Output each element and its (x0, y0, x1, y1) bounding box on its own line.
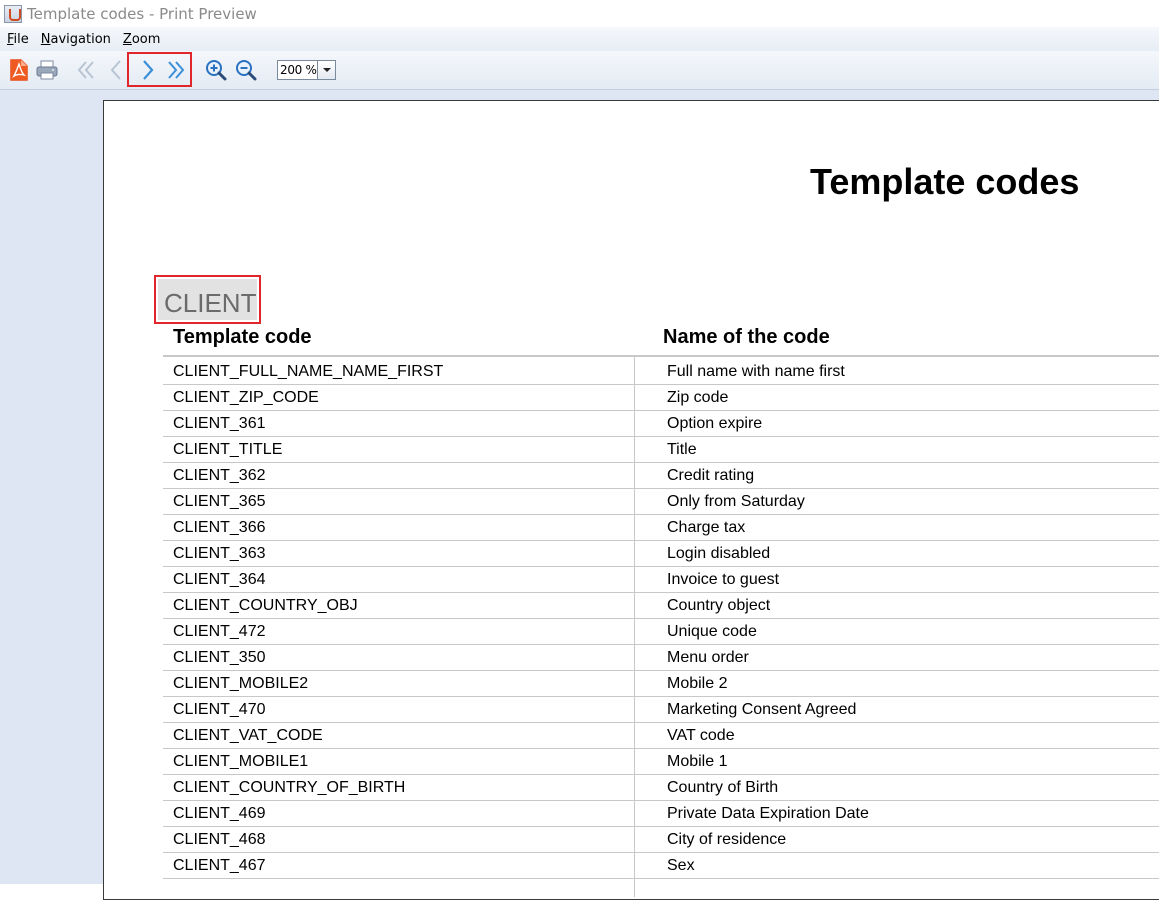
last-page-icon[interactable] (164, 58, 188, 82)
code-cell: CLIENT_468 (173, 831, 266, 848)
menu-file[interactable]: File (0, 32, 35, 47)
code-cell: CLIENT_469 (173, 805, 266, 822)
name-cell: Country object (667, 597, 771, 614)
code-cell: CLIENT_TITLE (173, 441, 283, 458)
code-cell: CLIENT_366 (173, 519, 266, 536)
table-row: CLIENT_362 Credit rating (163, 463, 1159, 489)
name-cell: Title (667, 441, 697, 458)
table-row: CLIENT_467 Sex (163, 853, 1159, 879)
code-cell: CLIENT_361 (173, 415, 266, 432)
table-row: CLIENT_366 Charge tax (163, 515, 1159, 541)
code-cell: CLIENT_FULL_NAME_NAME_FIRST (173, 363, 444, 380)
name-cell: Menu order (667, 649, 749, 666)
column-header-name-of-code: Name of the code (663, 326, 830, 348)
column-header-template-code: Template code (173, 326, 312, 348)
previous-page-icon[interactable] (104, 58, 128, 82)
toolbar: 200 % (0, 51, 1159, 90)
name-cell: Only from Saturday (667, 493, 805, 510)
name-cell: Mobile 1 (667, 753, 728, 770)
print-icon[interactable] (35, 58, 59, 82)
code-cell: CLIENT_365 (173, 493, 266, 510)
section-highlight-box: CLIENT (154, 275, 261, 324)
table-row: CLIENT_COUNTRY_OF_BIRTH Country of Birth (163, 775, 1159, 801)
table-row: CLIENT_363 Login disabled (163, 541, 1159, 567)
name-cell: Sex (667, 857, 695, 874)
table-row: CLIENT_TITLE Title (163, 437, 1159, 463)
document-title: Template codes (810, 161, 1080, 202)
zoom-out-icon[interactable] (234, 58, 258, 82)
table-row: CLIENT_FULL_NAME_NAME_FIRST Full name wit… (163, 359, 1159, 385)
name-cell: Credit rating (667, 467, 755, 484)
name-cell: Option expire (667, 415, 763, 432)
table-row: CLIENT_MOBILE2 Mobile 2 (163, 671, 1159, 697)
name-cell: Unique code (667, 623, 757, 640)
menu-bar: File Navigation Zoom (0, 27, 1159, 51)
code-cell: CLIENT_363 (173, 545, 266, 562)
code-cell: CLIENT_COUNTRY_OF_BIRTH (173, 779, 406, 796)
pdf-export-icon[interactable] (7, 58, 31, 82)
code-cell: CLIENT_COUNTRY_OBJ (173, 597, 358, 614)
code-cell: CLIENT_MOBILE1 (173, 753, 309, 770)
name-cell: City of residence (667, 831, 787, 848)
name-cell: Login disabled (667, 545, 771, 562)
table-row: CLIENT_361 Option expire (163, 411, 1159, 437)
table-row: CLIENT_364 Invoice to guest (163, 567, 1159, 593)
table-row: CLIENT_469 Private Data Expiration Date (163, 801, 1159, 827)
table-row: CLIENT_COUNTRY_OBJ Country object (163, 593, 1159, 619)
menu-zoom[interactable]: Zoom (117, 32, 166, 47)
preview-page: Template codes CLIENT Template code Name… (103, 100, 1159, 900)
table-row: CLIENT_365 Only from Saturday (163, 489, 1159, 515)
name-cell: Private Data Expiration Date (667, 805, 869, 822)
code-cell: CLIENT_362 (173, 467, 266, 484)
zoom-in-icon[interactable] (204, 58, 228, 82)
first-page-icon[interactable] (74, 58, 98, 82)
code-cell: CLIENT_350 (173, 649, 266, 666)
preview-workspace[interactable]: Template codes CLIENT Template code Name… (0, 90, 1159, 900)
code-cell: CLIENT_364 (173, 571, 266, 588)
title-bar: Template codes - Print Preview (0, 0, 1159, 27)
table-row: CLIENT_MOBILE1 Mobile 1 (163, 749, 1159, 775)
code-cell: CLIENT_MOBILE2 (173, 675, 309, 692)
name-cell: Zip code (667, 389, 729, 406)
code-cell: CLIENT_VAT_CODE (173, 727, 323, 744)
section-label: CLIENT (158, 279, 257, 320)
table-row: CLIENT_472 Unique code (163, 619, 1159, 645)
table-row: CLIENT_470 Marketing Consent Agreed (163, 697, 1159, 723)
name-cell: Country of Birth (667, 779, 779, 796)
menu-navigation[interactable]: Navigation (35, 32, 117, 47)
table-row: CLIENT_468 City of residence (163, 827, 1159, 853)
code-cell: CLIENT_ZIP_CODE (173, 389, 319, 406)
header-divider (163, 355, 1159, 357)
java-app-icon (4, 4, 22, 23)
table-row: CLIENT_ZIP_CODE Zip code (163, 385, 1159, 411)
zoom-level-value[interactable]: 200 % (278, 63, 318, 77)
name-cell: Marketing Consent Agreed (667, 701, 857, 718)
code-cell: CLIENT_470 (173, 701, 266, 718)
name-cell: Charge tax (667, 519, 746, 536)
zoom-level-combobox[interactable]: 200 % (277, 60, 336, 80)
name-cell: Invoice to guest (667, 571, 780, 588)
code-cell: CLIENT_472 (173, 623, 266, 640)
chevron-down-icon[interactable] (317, 61, 335, 79)
table-row: CLIENT_350 Menu order (163, 645, 1159, 671)
name-cell: VAT code (667, 727, 735, 744)
table-row: CLIENT_VAT_CODE VAT code (163, 723, 1159, 749)
next-page-icon[interactable] (136, 58, 160, 82)
name-cell: Full name with name first (667, 363, 845, 380)
codes-table: CLIENT_FULL_NAME_NAME_FIRST Full name wit… (163, 359, 1159, 879)
name-cell: Mobile 2 (667, 675, 728, 692)
code-cell: CLIENT_467 (173, 857, 266, 874)
window-title: Template codes - Print Preview (27, 4, 257, 23)
